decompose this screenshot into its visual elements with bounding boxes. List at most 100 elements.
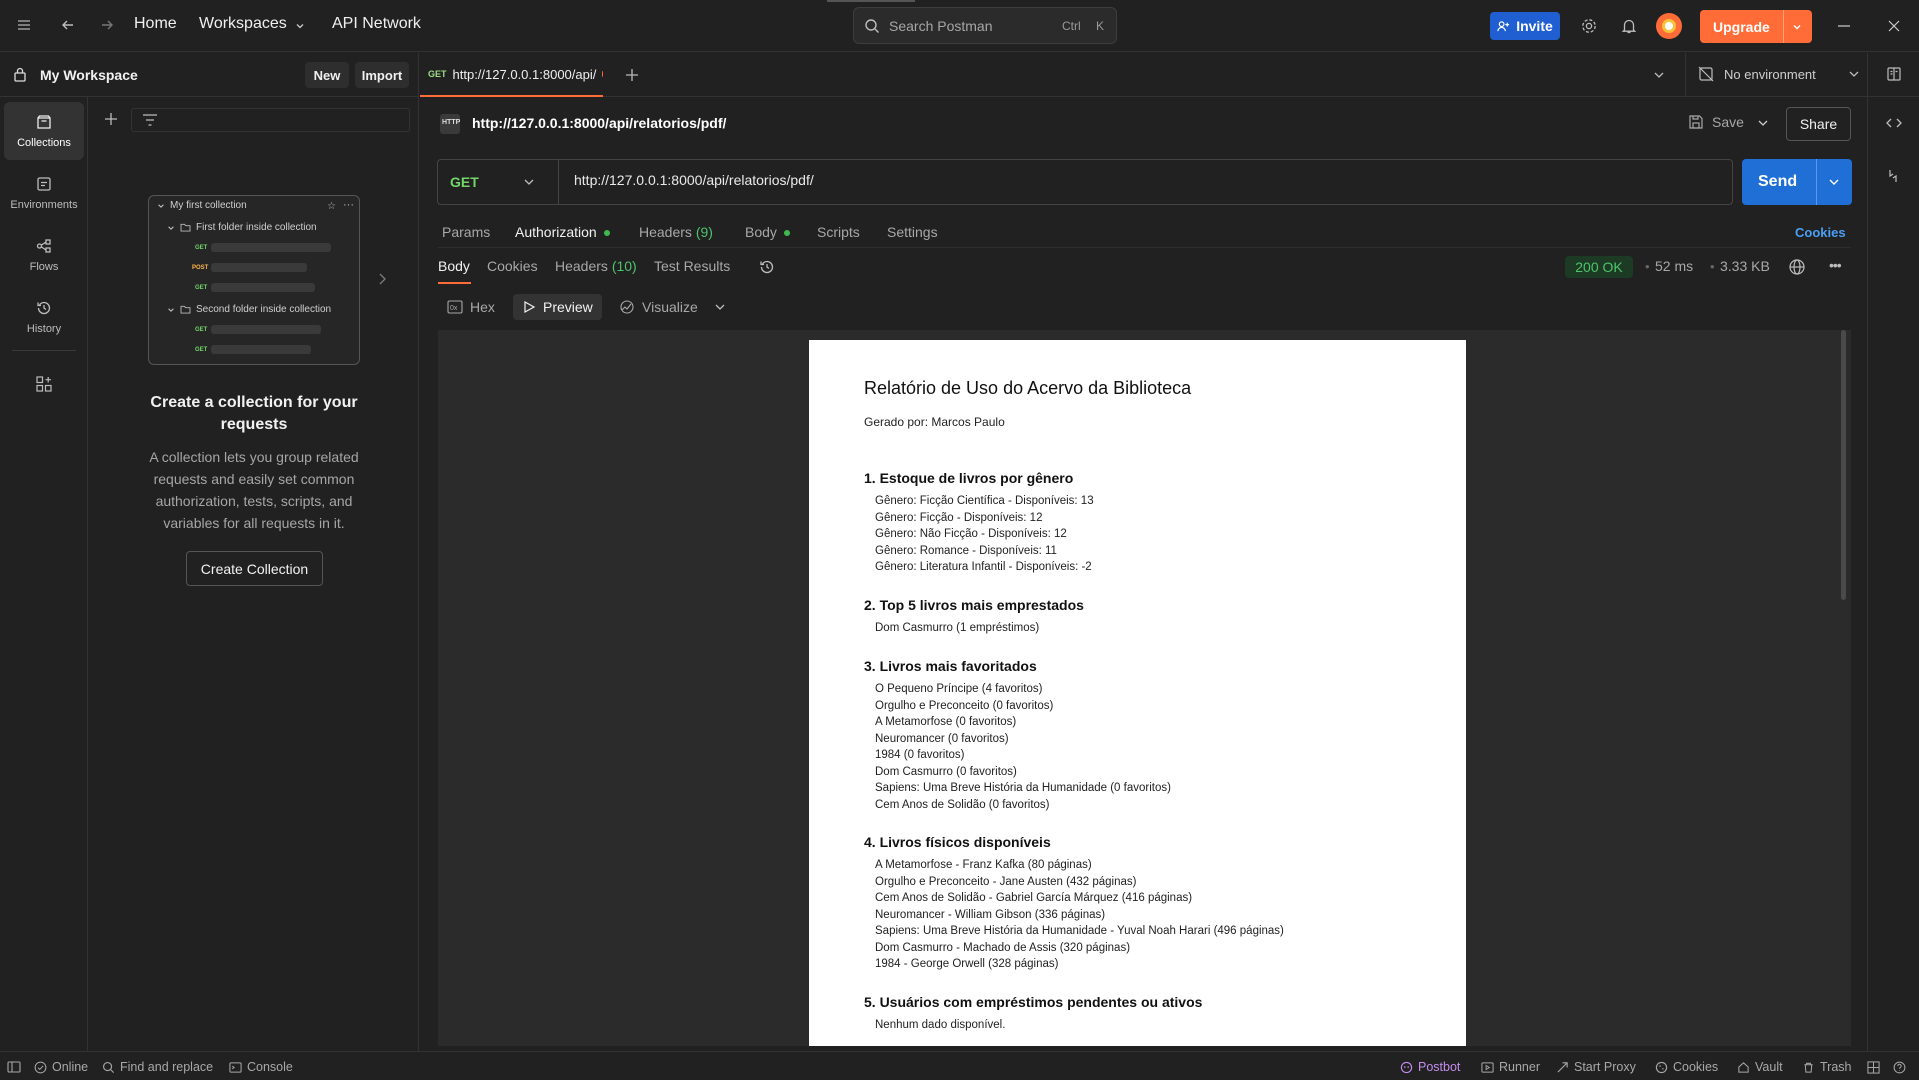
pdf-line: Neuromancer (0 favoritos) — [875, 732, 1009, 745]
tab-params[interactable]: Params — [442, 224, 490, 240]
status-dot — [783, 230, 790, 237]
view-visualize-button[interactable]: Visualize — [610, 294, 707, 320]
preview-scrollbar[interactable] — [1841, 330, 1846, 600]
related-collections-icon[interactable] — [1886, 168, 1900, 184]
network-globe-icon[interactable] — [1788, 258, 1806, 276]
response-history-icon[interactable] — [758, 258, 776, 276]
vault-button[interactable]: Vault — [1737, 1060, 1783, 1074]
save-options-chevron-icon[interactable] — [1757, 118, 1769, 128]
add-icon[interactable] — [103, 111, 119, 127]
send-button[interactable]: Send — [1742, 159, 1852, 205]
new-button[interactable]: New — [305, 62, 349, 88]
toggle-sidebar-icon[interactable] — [7, 1061, 21, 1073]
save-icon — [1689, 115, 1703, 129]
forward-arrow-icon[interactable] — [99, 17, 115, 33]
tab-body[interactable]: Body — [745, 224, 790, 240]
sidebar-item-label: Flows — [29, 261, 59, 273]
tab-request-active[interactable]: GET http://127.0.0.1:8000/api/ — [420, 53, 603, 97]
status-badge[interactable]: 200 OK — [1565, 256, 1633, 278]
vault-label: Vault — [1755, 1060, 1783, 1074]
tab-headers[interactable]: Headers (9) — [639, 224, 713, 240]
nav-home[interactable]: Home — [134, 15, 177, 33]
create-collection-button[interactable]: Create Collection — [186, 551, 323, 586]
sidebar-item-history[interactable]: History — [4, 288, 84, 346]
nav-api-network[interactable]: API Network — [332, 15, 421, 33]
pdf-line: Gênero: Ficção - Disponíveis: 12 — [875, 511, 1043, 524]
online-label: Online — [52, 1060, 89, 1074]
cookies-button[interactable]: Cookies — [1655, 1060, 1718, 1074]
send-options-chevron-icon[interactable] — [1828, 177, 1840, 187]
response-size[interactable]: 3.33 KB — [1720, 258, 1770, 274]
runner-button[interactable]: Runner — [1481, 1060, 1540, 1074]
layout-grid-icon[interactable] — [1867, 1061, 1880, 1074]
pdf-line: 1984 - George Orwell (328 páginas) — [875, 958, 1059, 970]
view-hex-button[interactable]: 0x Hex — [438, 294, 504, 320]
pdf-line: Sapiens: Uma Breve História da Humanidad… — [875, 925, 1284, 937]
tabs-dropdown-chevron-icon[interactable] — [1653, 70, 1665, 80]
new-tab-plus-icon[interactable] — [624, 67, 640, 83]
response-time[interactable]: 52 ms — [1655, 258, 1693, 274]
empty-state-title: Create a collection for your requests — [150, 394, 358, 433]
find-replace-button[interactable]: Find and replace — [102, 1060, 213, 1074]
environment-selector[interactable]: No environment — [1698, 66, 1860, 82]
search-input[interactable]: Search Postman Ctrl K — [853, 7, 1117, 44]
visualize-options-chevron-icon[interactable] — [714, 302, 726, 312]
search-icon — [864, 18, 880, 34]
cookies-link[interactable]: Cookies — [1795, 225, 1846, 240]
active-tab-indicator — [438, 282, 471, 284]
view-preview-button[interactable]: Preview — [513, 294, 602, 320]
back-arrow-icon[interactable] — [60, 17, 76, 33]
code-icon[interactable] — [1886, 116, 1902, 130]
invite-button[interactable]: Invite — [1490, 12, 1560, 40]
chevron-right-icon[interactable] — [377, 272, 387, 286]
configure-sidebar-icon[interactable] — [35, 375, 53, 393]
upgrade-label: Upgrade — [1713, 19, 1770, 35]
trash-button[interactable]: Trash — [1802, 1060, 1852, 1074]
import-button[interactable]: Import — [355, 62, 409, 88]
workspace-header: My Workspace New Import — [0, 53, 419, 97]
share-button[interactable]: Share — [1786, 107, 1851, 141]
rail-divider — [12, 350, 76, 351]
tab-body-label: Body — [745, 224, 777, 240]
response-tab-headers[interactable]: Headers (10) — [555, 258, 637, 274]
illustration-folder-1: First folder inside collection — [196, 222, 317, 233]
help-icon[interactable] — [1893, 1061, 1906, 1074]
save-button[interactable]: Save — [1688, 114, 1744, 130]
more-options-icon[interactable]: ••• — [1829, 257, 1842, 273]
response-tab-cookies[interactable]: Cookies — [487, 258, 538, 274]
minimize-icon[interactable] — [1837, 20, 1851, 32]
tab-scripts[interactable]: Scripts — [817, 224, 860, 240]
postbot-label: Postbot — [1418, 1060, 1461, 1074]
url-input[interactable]: http://127.0.0.1:8000/api/relatorios/pdf… — [574, 172, 814, 188]
proxy-icon — [1557, 1061, 1568, 1073]
console-icon — [229, 1061, 242, 1073]
notifications-bell-icon[interactable] — [1620, 17, 1638, 35]
pdf-line: A Metamorfose (0 favoritos) — [875, 716, 1017, 728]
sidebar-item-environments[interactable]: Environments — [4, 164, 84, 222]
upgrade-button[interactable]: Upgrade — [1700, 10, 1812, 43]
response-tab-test-results[interactable]: Test Results — [654, 258, 730, 274]
tab-settings[interactable]: Settings — [887, 224, 938, 240]
nav-workspaces[interactable]: Workspaces — [199, 15, 287, 33]
start-proxy-button[interactable]: Start Proxy — [1556, 1060, 1636, 1074]
pdf-line: Gênero: Romance - Disponíveis: 11 — [875, 544, 1057, 557]
response-tab-body[interactable]: Body — [438, 258, 470, 274]
documentation-icon[interactable] — [1886, 66, 1902, 82]
cookies-label: Cookies — [1673, 1060, 1719, 1074]
chevron-down-icon[interactable] — [1792, 22, 1802, 32]
online-status[interactable]: Online — [34, 1060, 88, 1074]
filter-icon[interactable] — [142, 113, 158, 127]
filter-input[interactable] — [131, 108, 410, 132]
postbot-button[interactable]: Postbot — [1400, 1060, 1460, 1074]
method-select[interactable]: GET — [437, 159, 559, 205]
console-button[interactable]: Console — [229, 1060, 293, 1074]
tab-authorization[interactable]: Authorization — [515, 224, 610, 240]
settings-gear-icon[interactable] — [1580, 17, 1598, 35]
sidebar-item-collections[interactable]: Collections — [4, 102, 84, 160]
save-label: Save — [1712, 114, 1744, 130]
illustration-method-get: GET — [195, 245, 208, 251]
close-icon[interactable] — [1887, 19, 1901, 33]
menu-icon[interactable] — [16, 17, 32, 33]
avatar[interactable] — [1656, 13, 1682, 39]
sidebar-item-flows[interactable]: Flows — [4, 226, 84, 284]
